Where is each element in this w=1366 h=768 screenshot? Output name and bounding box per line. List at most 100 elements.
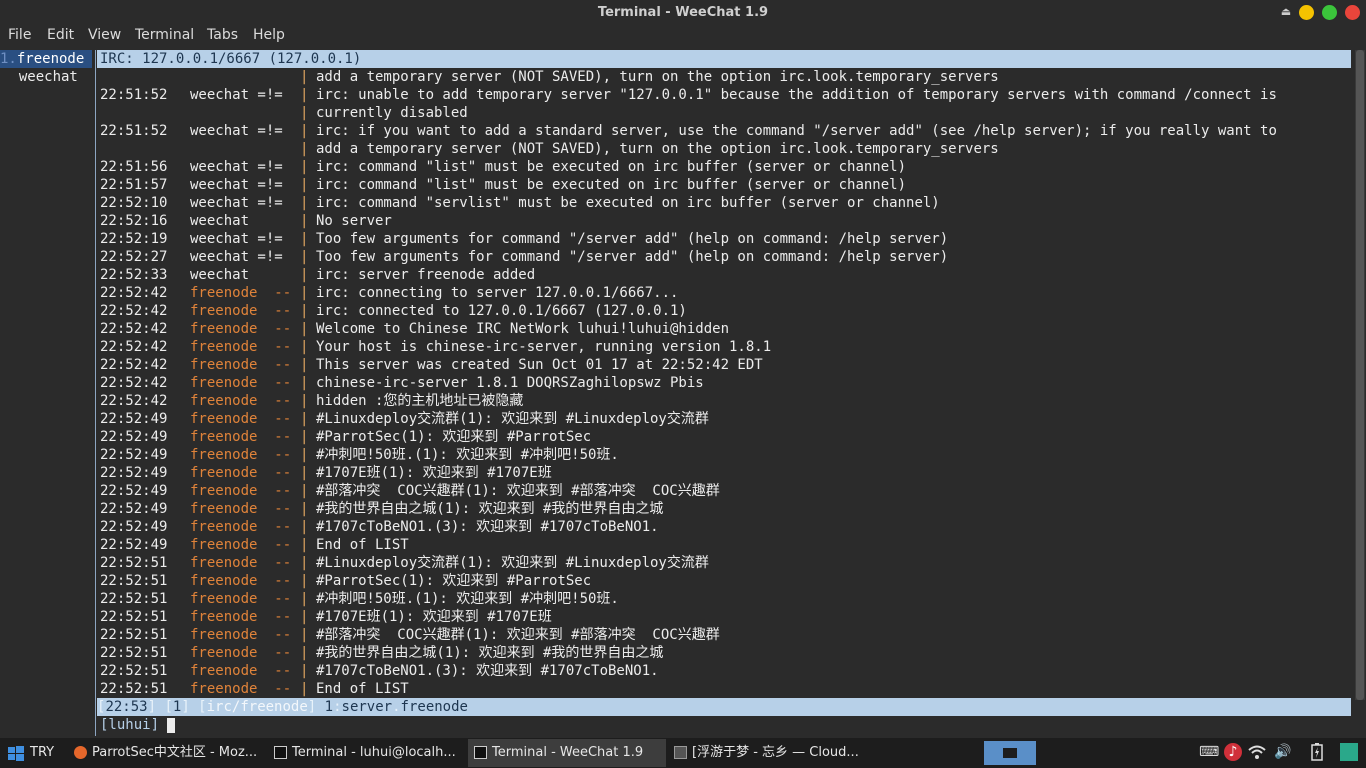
input-line[interactable]: [luhui] [97, 716, 697, 734]
keyboard-icon[interactable]: ⌨ [1199, 743, 1219, 761]
battery-icon[interactable] [1308, 743, 1326, 761]
message-text: #Linuxdeploy交流群(1): 欢迎来到 #Linuxdeploy交流群 [316, 411, 709, 427]
start-menu-button[interactable]: TRY [0, 739, 62, 767]
message-prefix: freenode -- [190, 627, 292, 643]
message-text: #部落冲突 COC兴趣群(1): 欢迎来到 #部落冲突 COC兴趣群 [316, 627, 720, 643]
status-buffer-number: 1 [324, 699, 334, 715]
timestamp: 22:52:51 [100, 627, 168, 643]
task-button-terminal-luhui[interactable]: Terminal - luhui@localh... [268, 739, 466, 767]
message-prefix: freenode -- [190, 429, 292, 445]
message-text: This server was created Sun Oct 01 17 at… [316, 357, 763, 373]
scrollbar-thumb[interactable] [1356, 50, 1364, 700]
message-text: #我的世界自由之城(1): 欢迎来到 #我的世界自由之城 [316, 645, 664, 661]
terminal-icon [274, 746, 287, 759]
timestamp: 22:52:42 [100, 393, 168, 409]
message-prefix: freenode -- [190, 465, 292, 481]
timestamp: 22:52:51 [100, 645, 168, 661]
timestamp: 22:51:52 [100, 123, 168, 139]
terminal-area[interactable]: 1.freenode weechat IRC: 127.0.0.1/6667 (… [0, 48, 1366, 738]
message-prefix: freenode -- [190, 591, 292, 607]
prefix-separator: | [300, 591, 309, 607]
message-prefix: freenode -- [190, 303, 292, 319]
prefix-separator: | [300, 465, 309, 481]
prefix-separator: | [300, 195, 309, 211]
prefix-separator: | [300, 123, 309, 139]
message-prefix: freenode -- [190, 411, 292, 427]
scrollbar[interactable] [1355, 50, 1365, 700]
buffer-item-weechat[interactable]: weechat [2, 68, 78, 86]
maximize-button[interactable] [1322, 5, 1337, 20]
timestamp: 22:52:33 [100, 267, 168, 283]
menu-file[interactable]: File [8, 27, 31, 43]
task-label: [浮游于梦 - 忘乡 — Cloud... [692, 745, 859, 760]
prefix-separator: | [300, 87, 309, 103]
menu-help[interactable]: Help [253, 27, 285, 43]
message-prefix: freenode -- [190, 483, 292, 499]
message-prefix: weechat =!= [190, 87, 283, 103]
message-text: #我的世界自由之城(1): 欢迎来到 #我的世界自由之城 [316, 501, 664, 517]
prefix-separator: | [300, 141, 309, 157]
buffer-title: IRC: 127.0.0.1/6667 (127.0.0.1) [97, 50, 1351, 68]
message-text: End of LIST [316, 537, 409, 553]
windows-logo-icon [8, 746, 24, 761]
message-text: #1707cToBeNO1.(3): 欢迎来到 #1707cToBeNO1. [316, 663, 659, 679]
message-text: irc: server freenode added [316, 267, 536, 283]
message-prefix: weechat =!= [190, 123, 283, 139]
message-prefix: freenode -- [190, 285, 292, 301]
prefix-separator: | [300, 429, 309, 445]
prefix-separator: | [300, 285, 309, 301]
message-text: add a temporary server (NOT SAVED), turn… [316, 69, 999, 85]
task-button-firefox[interactable]: ParrotSec中文社区 - Moz... [68, 739, 266, 767]
message-text: irc: connecting to server 127.0.0.1/6667… [316, 285, 679, 301]
message-prefix: freenode -- [190, 375, 292, 391]
window-title: Terminal - WeeChat 1.9 [597, 5, 769, 20]
notification-icon[interactable] [1340, 743, 1358, 761]
message-prefix: freenode -- [190, 681, 292, 697]
menu-edit[interactable]: Edit [47, 27, 74, 43]
timestamp: 22:51:52 [100, 87, 168, 103]
buffer-item-freenode[interactable]: 1.freenode [0, 50, 92, 68]
message-text: Too few arguments for command "/server a… [316, 231, 949, 247]
timestamp: 22:52:49 [100, 411, 168, 427]
timestamp: 22:52:42 [100, 357, 168, 373]
prefix-separator: | [300, 645, 309, 661]
timestamp: 22:52:16 [100, 213, 168, 229]
prefix-separator: | [300, 663, 309, 679]
keep-above-icon[interactable]: ⏏ [1280, 5, 1292, 19]
message-text: #部落冲突 COC兴趣群(1): 欢迎来到 #部落冲突 COC兴趣群 [316, 483, 720, 499]
volume-icon[interactable]: 🔊 [1274, 743, 1292, 761]
message-text: #ParrotSec(1): 欢迎来到 #ParrotSec [316, 573, 592, 589]
task-button-terminal-weechat[interactable]: Terminal - WeeChat 1.9 [468, 739, 666, 767]
message-prefix: freenode -- [190, 663, 292, 679]
message-text: #1707cToBeNO1.(3): 欢迎来到 #1707cToBeNO1. [316, 519, 659, 535]
menu-tabs[interactable]: Tabs [207, 27, 238, 43]
menu-terminal[interactable]: Terminal [135, 27, 194, 43]
message-text: chinese-irc-server 1.8.1 DOQRSZaghilopsw… [316, 375, 704, 391]
workspace-pager[interactable] [984, 741, 1036, 765]
menu-view[interactable]: View [88, 27, 121, 43]
message-text: irc: if you want to add a standard serve… [316, 123, 1277, 139]
message-text: #1707E班(1): 欢迎来到 #1707E班 [316, 609, 552, 625]
prefix-separator: | [300, 213, 309, 229]
message-text: #1707E班(1): 欢迎来到 #1707E班 [316, 465, 552, 481]
menu-bar: File Edit View Terminal Tabs Help [0, 26, 1366, 48]
task-button-music[interactable]: [浮游于梦 - 忘乡 — Cloud... [668, 739, 866, 767]
prefix-separator: | [300, 393, 309, 409]
timestamp: 22:52:49 [100, 465, 168, 481]
message-text: Welcome to Chinese IRC NetWork luhui!luh… [316, 321, 730, 337]
prefix-separator: | [300, 501, 309, 517]
minimize-button[interactable] [1299, 5, 1314, 20]
message-prefix: freenode -- [190, 537, 292, 553]
message-text: hidden :您的主机地址已被隐藏 [316, 393, 524, 409]
message-prefix: freenode -- [190, 573, 292, 589]
timestamp: 22:52:10 [100, 195, 168, 211]
timestamp: 22:52:42 [100, 375, 168, 391]
prefix-separator: | [300, 609, 309, 625]
netease-music-icon[interactable]: ♪ [1224, 743, 1242, 761]
wifi-icon[interactable] [1248, 743, 1266, 761]
message-prefix: weechat =!= [190, 177, 283, 193]
close-button[interactable] [1345, 5, 1360, 20]
message-text: irc: command "list" must be executed on … [316, 159, 907, 175]
message-prefix: freenode -- [190, 501, 292, 517]
timestamp: 22:52:51 [100, 555, 168, 571]
